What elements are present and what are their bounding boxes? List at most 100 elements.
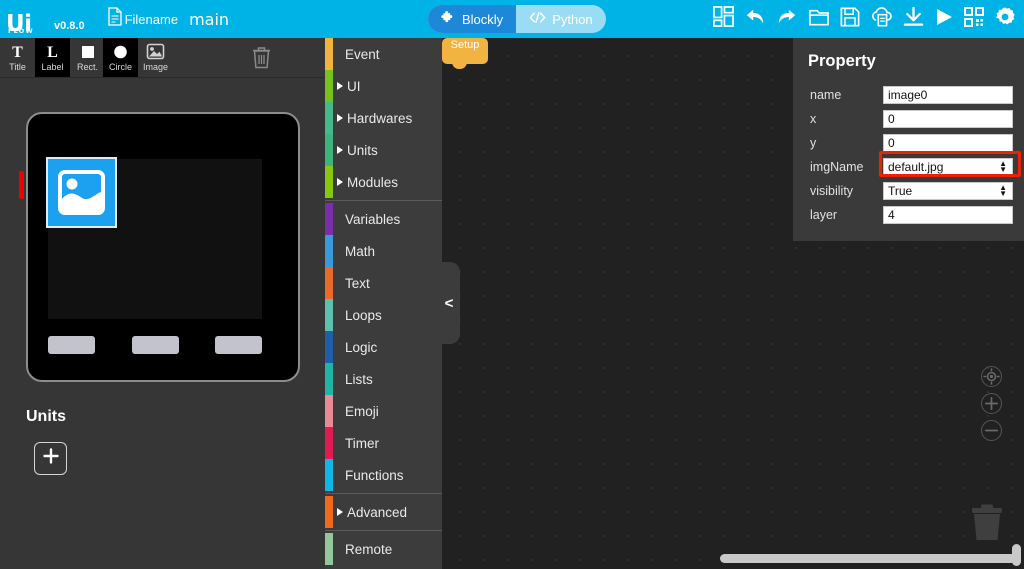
category-color-bar	[325, 102, 333, 134]
property-field-visibility[interactable]: True ▲ ▼	[883, 182, 1013, 200]
redo-icon[interactable]	[776, 7, 798, 32]
property-field-x[interactable]: 0	[883, 110, 1013, 128]
svg-text:T: T	[12, 44, 23, 60]
device-preview[interactable]	[19, 112, 300, 382]
tab-python-label: Python	[552, 11, 593, 27]
tool-rect[interactable]: Rect.	[70, 38, 105, 77]
delete-widget-trash-icon[interactable]	[252, 46, 271, 74]
property-field-layer[interactable]: 4	[883, 206, 1013, 224]
toolbox-category-loops[interactable]: Loops	[325, 299, 442, 331]
workspace-trash-icon[interactable]	[968, 500, 1006, 549]
open-folder-icon[interactable]	[808, 7, 830, 32]
tool-image-label: Image	[142, 62, 168, 72]
setup-block-label: Setup	[450, 39, 480, 51]
settings-gear-icon[interactable]	[994, 6, 1016, 33]
image-icon	[146, 40, 165, 62]
toolbox-category-lists[interactable]: Lists	[325, 363, 442, 395]
undo-icon[interactable]	[744, 7, 766, 32]
device-button-c[interactable]	[215, 336, 262, 354]
spinner-arrows-icon[interactable]: ▲ ▼	[999, 160, 1007, 174]
category-label: Event	[345, 46, 380, 62]
tool-image[interactable]: Image	[138, 38, 173, 77]
toolbox-category-ui[interactable]: UI	[325, 70, 442, 102]
blockly-toolbox: Event UI Hardwares Units Modules Variables Mat…	[325, 38, 442, 569]
toolbox-category-event[interactable]: Event	[325, 38, 442, 70]
left-panel: T Title L Label Rect. Circle Image Units	[0, 38, 325, 569]
property-rows: name image0 x 0 y 0 imgName default.jpg ▲ ▼ visibi…	[793, 83, 1024, 227]
workspace-hscroll-thumb[interactable]	[720, 554, 1016, 563]
image-widget-image0[interactable]	[46, 157, 117, 228]
toolbox-separator	[325, 200, 442, 201]
category-color-bar	[325, 38, 333, 70]
tab-python[interactable]: Python	[516, 5, 605, 33]
category-label: Logic	[345, 339, 378, 355]
property-value-imgname: default.jpg	[888, 160, 944, 174]
property-field-y[interactable]: 0	[883, 134, 1013, 152]
filename-value[interactable]: main	[189, 10, 229, 29]
toolbox-category-text[interactable]: Text	[325, 267, 442, 299]
property-row-visibility: visibility True ▲ ▼	[793, 179, 1024, 203]
category-label: Variables	[345, 211, 401, 227]
property-field-name[interactable]: image0	[883, 86, 1013, 104]
setup-block[interactable]: Setup	[442, 38, 488, 69]
device-button-b[interactable]	[131, 336, 179, 354]
workspace-vscroll-thumb[interactable]	[1012, 544, 1021, 566]
svg-text:L: L	[47, 44, 58, 60]
category-label: Advanced	[347, 504, 408, 520]
logo-subtext: FLOW	[8, 27, 34, 35]
tool-label[interactable]: L Label	[35, 38, 70, 77]
property-label-visibility: visibility	[810, 184, 854, 198]
expand-triangle-icon	[337, 508, 343, 516]
category-color-bar	[325, 70, 333, 102]
save-disk-icon[interactable]	[840, 7, 860, 32]
property-label-imgname: imgName	[810, 160, 864, 174]
qrcode-icon[interactable]	[964, 6, 984, 32]
category-label: Emoji	[345, 403, 379, 419]
app-logo: Ui FLOW	[6, 4, 50, 36]
layout-blocks-icon[interactable]	[713, 6, 734, 32]
device-button-a[interactable]	[48, 336, 95, 354]
tool-circle[interactable]: Circle	[103, 38, 138, 77]
toolbox-category-timer[interactable]: Timer	[325, 427, 442, 459]
toolbox-category-variables[interactable]: Variables	[325, 203, 442, 235]
tool-title-label: Title	[9, 62, 26, 72]
toolbox-category-math[interactable]: Math	[325, 235, 442, 267]
cloud-file-icon[interactable]	[870, 6, 893, 32]
toolbox-category-emoji[interactable]: Emoji	[325, 395, 442, 427]
toolbox-collapse-handle[interactable]: <	[442, 262, 460, 344]
zoom-in-icon[interactable]	[981, 393, 1002, 414]
property-label-y: y	[810, 136, 817, 150]
tab-blockly[interactable]: Blockly	[428, 5, 517, 33]
category-color-bar	[325, 331, 333, 363]
toolbox-category-hardwares[interactable]: Hardwares	[325, 102, 442, 134]
category-color-bar	[325, 134, 333, 166]
header-toolbar	[713, 0, 1016, 38]
download-icon[interactable]	[903, 6, 924, 32]
device-screen[interactable]	[46, 157, 262, 319]
toolbox-category-remote[interactable]: Remote	[325, 533, 442, 565]
add-unit-button[interactable]	[34, 442, 67, 475]
center-target-icon[interactable]	[981, 366, 1002, 387]
toolbox-category-units[interactable]: Units	[325, 134, 442, 166]
chevron-left-icon: <	[444, 294, 454, 312]
run-play-icon[interactable]	[934, 7, 954, 32]
zoom-out-icon[interactable]	[981, 420, 1002, 441]
property-value-layer: 4	[888, 208, 895, 222]
toolbox-category-advanced[interactable]: Advanced	[325, 496, 442, 528]
category-color-bar	[325, 363, 333, 395]
category-label: Loops	[345, 307, 382, 323]
toolbox-category-functions[interactable]: Functions	[325, 459, 442, 491]
category-label: Math	[345, 243, 376, 259]
app-header: Ui FLOW v0.8.0 Filename main Blockly Pyt…	[0, 0, 1024, 38]
property-label-x: x	[810, 112, 817, 126]
device-side-button[interactable]	[19, 171, 24, 199]
spinner-arrows-icon[interactable]: ▲ ▼	[999, 184, 1007, 198]
circle-icon	[112, 40, 129, 62]
property-field-imgname[interactable]: default.jpg ▲ ▼	[883, 158, 1013, 176]
toolbox-category-logic[interactable]: Logic	[325, 331, 442, 363]
toolbox-separator	[325, 493, 442, 494]
filename-chip[interactable]: Filename main	[107, 7, 229, 31]
property-row-x: x0	[793, 107, 1024, 131]
toolbox-category-modules[interactable]: Modules	[325, 166, 442, 198]
tool-title[interactable]: T Title	[0, 38, 35, 77]
